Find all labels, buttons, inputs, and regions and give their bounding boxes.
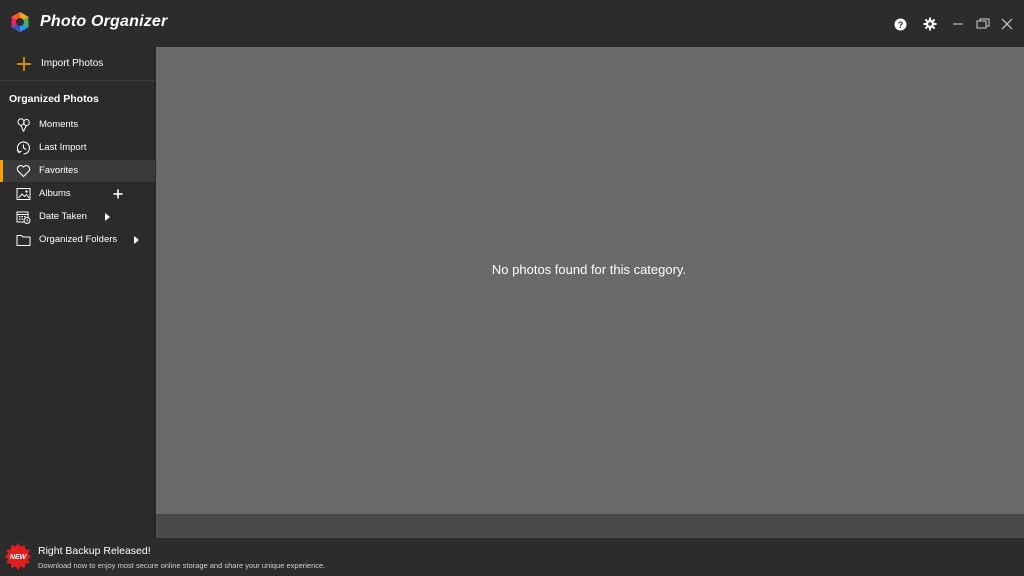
import-photos-button[interactable]: Import Photos [0,47,155,81]
sidebar-item-label: Favorites [39,165,79,176]
section-title: Organized Photos [9,93,99,105]
expand-organized-folders[interactable] [130,234,142,246]
sidebar-item-date-taken[interactable]: Date Taken [0,206,155,228]
svg-text:NEW: NEW [10,554,28,561]
content-footer-bar [156,514,1024,538]
plus-icon [113,189,123,199]
import-photos-label: Import Photos [41,58,104,69]
help-button[interactable]: ? [890,14,910,34]
sidebar: Import Photos Organized Photos Moments L… [0,47,155,538]
sidebar-item-label: Last Import [39,142,87,153]
new-badge-icon: NEW [5,543,31,570]
close-button[interactable] [997,14,1017,34]
empty-state-message: No photos found for this category. [491,262,687,277]
close-icon [1001,18,1013,30]
sidebar-item-last-import[interactable]: Last Import [0,137,155,159]
chevron-right-icon [105,213,110,221]
clock-import-icon [16,141,30,155]
calendar-icon [16,211,31,224]
help-icon: ? [894,18,906,30]
restore-button[interactable] [973,14,993,34]
folder-icon [16,235,31,246]
promo-subtitle: Download now to enjoy most secure online… [38,561,326,570]
minimize-icon [953,23,963,25]
balloons-icon [17,118,30,132]
sidebar-item-favorites[interactable]: Favorites [0,160,155,182]
settings-button[interactable] [920,14,940,34]
sidebar-item-albums[interactable]: Albums [0,183,155,205]
app-logo-icon [11,12,29,32]
sidebar-item-label: Moments [39,119,79,130]
sidebar-item-organized-folders[interactable]: Organized Folders [0,229,155,251]
svg-text:?: ? [897,20,903,30]
sidebar-item-moments[interactable]: Moments [0,114,155,136]
promo-bar[interactable]: NEW Right Backup Released! Download now … [0,538,1024,576]
sidebar-item-label: Albums [39,188,71,199]
minimize-button[interactable] [948,14,968,34]
restore-icon [976,18,990,29]
chevron-right-icon [134,236,139,244]
add-album-button[interactable] [112,188,124,200]
title-bar: Photo Organizer ? [0,0,1024,47]
gear-icon [923,17,937,31]
plus-icon [17,57,31,71]
photo-grid-area[interactable]: No photos found for this category. [156,47,1024,514]
app-title: Photo Organizer [40,13,168,30]
promo-title: Right Backup Released! [38,545,151,557]
image-icon [16,188,31,200]
heart-icon [16,165,31,178]
sidebar-item-label: Date Taken [39,211,87,222]
sidebar-item-label: Organized Folders [39,234,118,245]
expand-date-taken[interactable] [101,211,113,223]
